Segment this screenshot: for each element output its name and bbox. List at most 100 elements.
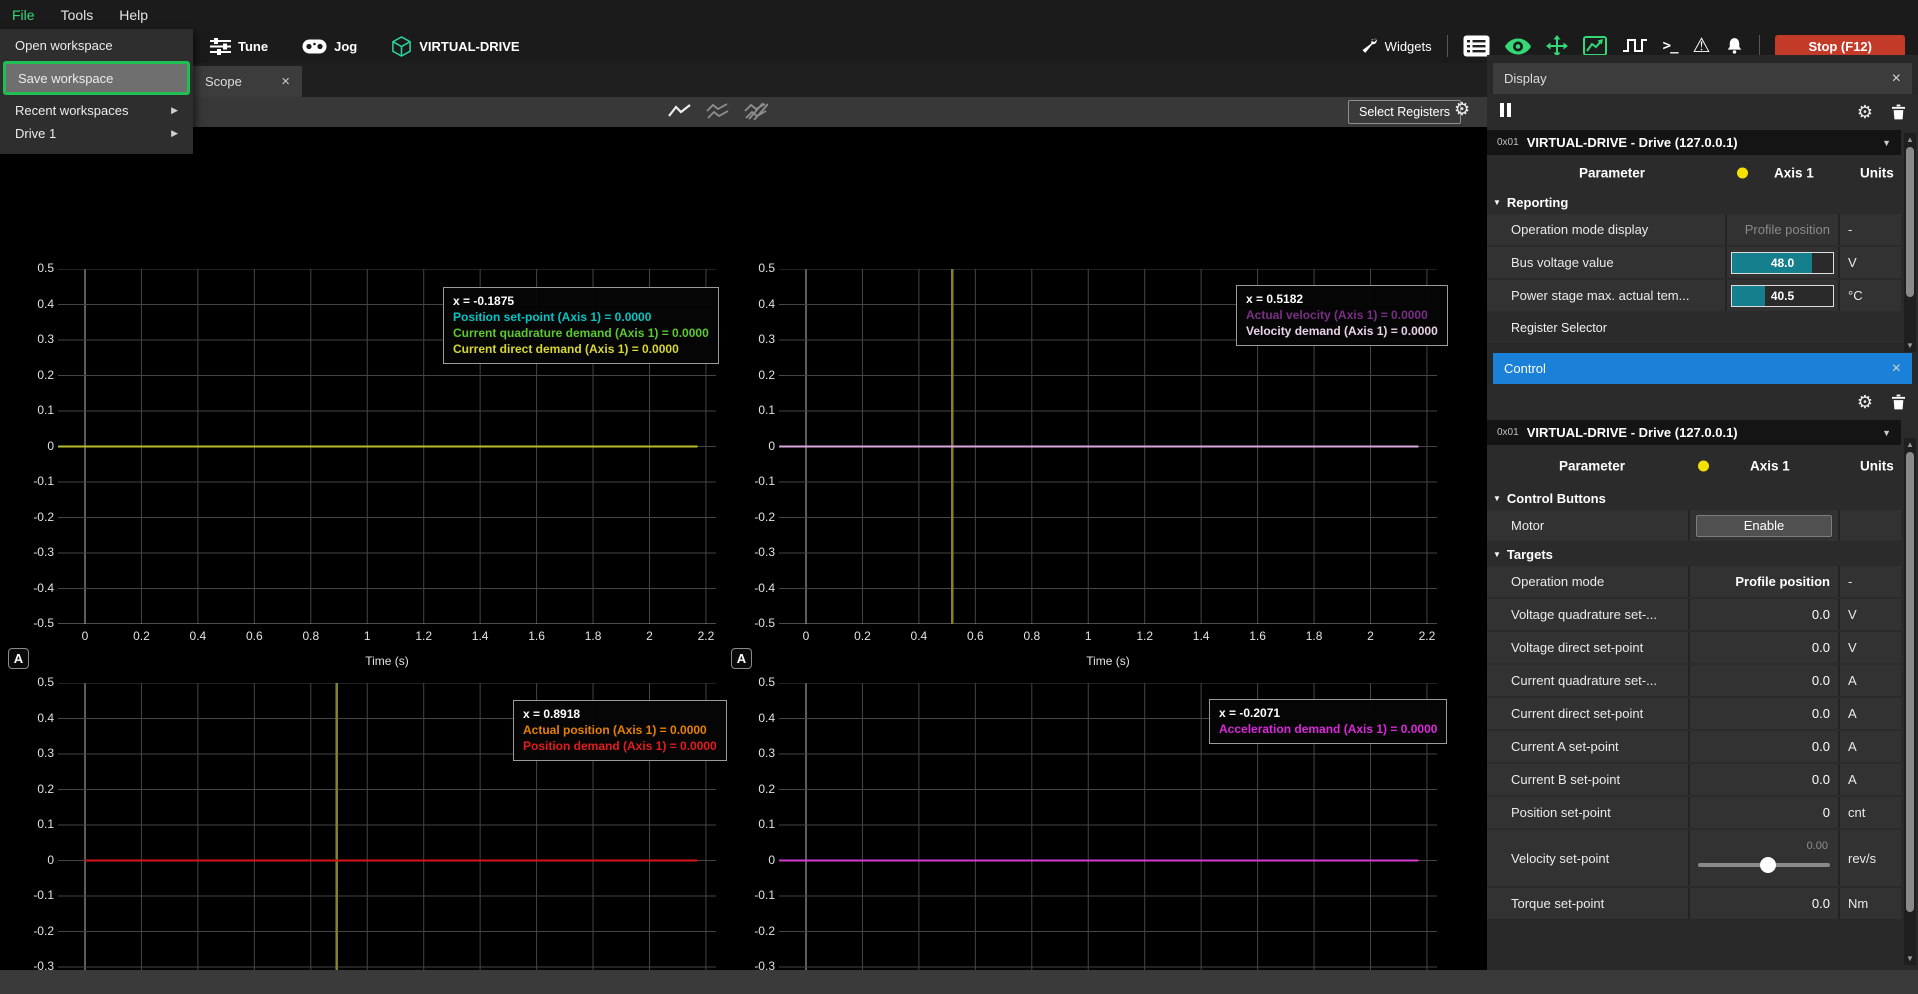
menu-item-label: Recent workspaces	[15, 103, 128, 118]
submenu-arrow-icon: ▶	[171, 105, 178, 116]
single-trace-icon[interactable]	[668, 103, 692, 118]
close-icon[interactable]: ×	[1892, 360, 1901, 378]
scrollbar-thumb[interactable]	[1906, 452, 1914, 912]
scroll-down-icon[interactable]: ▼	[1904, 341, 1916, 350]
scroll-up-icon[interactable]: ▲	[1904, 135, 1916, 144]
param-value-input[interactable]: 0.0	[1688, 599, 1838, 630]
terminal-icon[interactable]: >_	[1663, 38, 1678, 54]
widgets-button[interactable]: Widgets	[1361, 38, 1432, 55]
param-units: V	[1838, 632, 1901, 663]
gear-icon[interactable]: ⚙	[1857, 393, 1873, 411]
y-tick-label: 0.1	[731, 403, 775, 417]
menu-item-recent-workspaces[interactable]: Recent workspaces ▶	[0, 99, 193, 122]
gear-icon[interactable]: ⚙	[1857, 103, 1873, 121]
menu-help[interactable]: Help	[119, 7, 148, 23]
section-reporting[interactable]: ▼Reporting	[1487, 191, 1901, 214]
bar-value: 48.0	[1732, 253, 1833, 273]
section-targets[interactable]: ▼Targets	[1487, 543, 1901, 566]
jog-button[interactable]: Jog	[302, 39, 357, 54]
x-tick-label: 2	[630, 629, 670, 643]
tooltip-series-value: Position set-point (Axis 1) = 0.0000	[453, 309, 709, 325]
y-tick-label: -0.2	[10, 510, 54, 524]
menu-file[interactable]: File	[12, 7, 35, 23]
select-registers-button[interactable]: Select Registers	[1348, 100, 1461, 124]
autoscale-button[interactable]: A	[731, 648, 752, 669]
tab-scope[interactable]: Scope ×	[193, 66, 302, 97]
scroll-up-icon[interactable]: ▲	[1904, 440, 1916, 449]
slider-thumb[interactable]	[1760, 857, 1776, 873]
split-trace-off-icon[interactable]	[744, 103, 768, 120]
trash-icon[interactable]	[1892, 394, 1905, 410]
autoscale-button[interactable]: A	[8, 648, 29, 669]
plot-tooltip: x = 0.8918Actual position (Axis 1) = 0.0…	[513, 700, 727, 761]
trash-icon[interactable]	[1892, 104, 1905, 120]
param-value-input[interactable]: 0.0	[1688, 764, 1838, 795]
motion-move-icon[interactable]	[1546, 35, 1568, 57]
warning-icon[interactable]: ⚠	[1693, 36, 1711, 56]
close-icon[interactable]: ×	[1892, 70, 1901, 88]
device-button[interactable]: VIRTUAL-DRIVE	[391, 36, 519, 57]
param-units: A	[1838, 665, 1901, 696]
menu-item-open-workspace[interactable]: Open workspace	[0, 34, 193, 57]
tooltip-series-value: Actual velocity (Axis 1) = 0.0000	[1246, 307, 1438, 323]
device-selector[interactable]: 0x01 VIRTUAL-DRIVE - Drive (127.0.0.1) ▼	[1487, 420, 1901, 445]
scope-plot-area[interactable]: 0.50.40.30.20.10-0.1-0.2-0.3-0.4-0.500.2…	[0, 127, 1487, 970]
param-units: rev/s	[1838, 830, 1901, 886]
param-label: Voltage quadrature set-...	[1487, 607, 1688, 622]
cursor-x-value: x = -0.1875	[453, 293, 709, 309]
param-units	[1838, 510, 1901, 541]
multi-trace-icon[interactable]	[706, 103, 730, 120]
close-icon[interactable]: ×	[281, 73, 290, 90]
control-table-header: Parameter Axis 1 Units	[1487, 445, 1901, 487]
scrollbar-thumb[interactable]	[1906, 147, 1914, 297]
y-tick-label: -0.1	[10, 474, 54, 488]
axis-color-dot	[1698, 461, 1709, 472]
x-tick-label: 1.2	[1125, 629, 1165, 643]
param-value-dropdown[interactable]: Profile position	[1688, 566, 1838, 597]
tooltip-series-value: Actual position (Axis 1) = 0.0000	[523, 722, 717, 738]
pause-icon[interactable]	[1500, 103, 1514, 122]
plot-tooltip: x = 0.5182Actual velocity (Axis 1) = 0.0…	[1236, 285, 1448, 346]
param-value-input[interactable]: 0	[1688, 797, 1838, 828]
tab-scope-label: Scope	[205, 74, 242, 89]
param-value-input[interactable]: 0.0	[1688, 665, 1838, 696]
param-label: Operation mode display	[1487, 222, 1725, 237]
section-control-buttons[interactable]: ▼Control Buttons	[1487, 487, 1901, 510]
param-value-input[interactable]: 0.0	[1688, 698, 1838, 729]
param-value-input[interactable]: 0.0	[1688, 888, 1838, 919]
control-scrollbar[interactable]: ▲ ▼	[1904, 438, 1916, 965]
param-value-input[interactable]: 0.0	[1688, 731, 1838, 762]
control-panel-header[interactable]: Control ×	[1493, 353, 1912, 384]
y-tick-label: -0.5	[10, 616, 54, 630]
right-dock: Display × ⚙ 0x01 VIRTUAL-DRIVE - Drive (…	[1487, 55, 1918, 970]
x-tick-label: 0.6	[234, 629, 274, 643]
scroll-down-icon[interactable]: ▼	[1904, 954, 1916, 963]
register-list-icon[interactable]	[1463, 35, 1490, 57]
velocity-slider[interactable]	[1698, 856, 1830, 874]
bell-icon[interactable]	[1725, 36, 1744, 56]
display-scrollbar[interactable]: ▲ ▼	[1904, 133, 1916, 352]
display-panel-header[interactable]: Display ×	[1493, 63, 1912, 94]
param-slider-cell: 0.00	[1688, 830, 1838, 886]
square-wave-icon[interactable]	[1622, 37, 1648, 55]
cursor-x-value: x = 0.5182	[1246, 291, 1438, 307]
menu-item-drive-1[interactable]: Drive 1▶	[0, 122, 193, 145]
file-menu-dropdown: Open workspace Save workspace Recent works…	[0, 29, 193, 154]
device-selector[interactable]: 0x01 VIRTUAL-DRIVE - Drive (127.0.0.1) ▼	[1487, 130, 1901, 155]
tooltip-series-value: Current quadrature demand (Axis 1) = 0.0…	[453, 325, 709, 341]
tune-button[interactable]: Tune	[210, 38, 268, 55]
register-selector-link[interactable]: Register Selector	[1487, 313, 1918, 343]
display-panel-toolbar: ⚙	[1487, 94, 1918, 130]
param-row-current-quadrature-set: Current quadrature set-...0.0A	[1487, 665, 1901, 696]
monitor-eye-icon[interactable]	[1505, 38, 1531, 55]
menu-tools[interactable]: Tools	[61, 7, 94, 23]
y-tick-label: -0.3	[10, 545, 54, 559]
chevron-down-icon: ▼	[1882, 138, 1891, 148]
param-label: Current direct set-point	[1487, 706, 1688, 721]
menu-item-save-workspace[interactable]: Save workspace	[3, 61, 190, 95]
gear-icon[interactable]: ⚙	[1454, 100, 1470, 118]
toolbar-divider	[1447, 35, 1448, 57]
enable-button[interactable]: Enable	[1696, 515, 1832, 537]
scope-chart-icon[interactable]	[1583, 36, 1607, 56]
param-value-input[interactable]: 0.0	[1688, 632, 1838, 663]
